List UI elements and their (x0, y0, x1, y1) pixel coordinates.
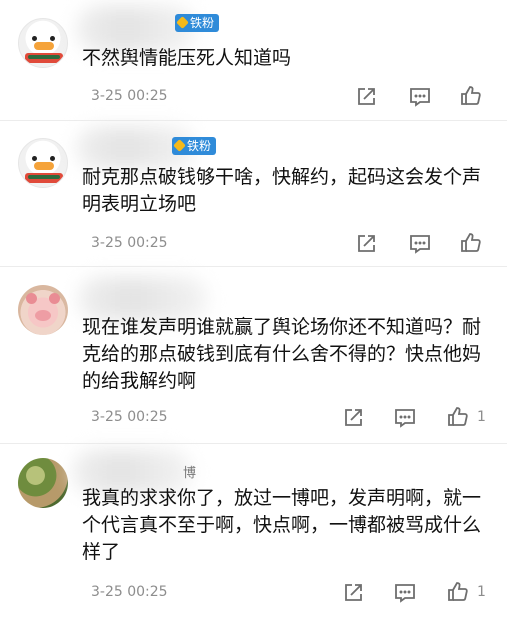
avatar[interactable] (18, 138, 68, 188)
comment-icon[interactable] (408, 85, 432, 109)
comment-icon[interactable] (393, 581, 417, 605)
comment-item: 铁粉 耐克那点破钱够干啥，快解约，起码这会发个声明表明立场吧 3-25 00:2… (0, 121, 507, 266)
avatar[interactable] (18, 458, 68, 508)
share-icon[interactable] (341, 406, 365, 430)
comment-time: 3-25 00:25 (91, 235, 168, 251)
username-tail: 博 (183, 466, 197, 481)
thumb-up-icon[interactable] (446, 580, 470, 604)
comment-time: 3-25 00:25 (91, 584, 168, 600)
thumb-up-icon[interactable] (459, 231, 483, 255)
comment-item: 现在谁发声明谁就赢了舆论场你还不知道吗？耐克给的那点破钱到底有什么舍不得的？快点… (0, 267, 507, 443)
comment-feed: 铁粉 不然舆情能压死人知道吗 3-25 00:25 铁粉 耐克那点破钱够干啥，快… (0, 0, 507, 622)
thumb-up-icon[interactable] (446, 405, 470, 429)
comment-icon[interactable] (393, 406, 417, 430)
share-icon[interactable] (354, 85, 378, 109)
like-count: 1 (477, 409, 486, 425)
comment-time: 3-25 00:25 (91, 409, 168, 425)
avatar[interactable] (18, 285, 68, 335)
avatar[interactable] (18, 18, 68, 68)
comment-text: 我真的求求你了，放过一博吧，发声明啊，就一个代言真不至于啊，快点啊，一博都被骂成… (82, 487, 482, 563)
like-count: 1 (477, 584, 486, 600)
thumb-up-icon[interactable] (459, 84, 483, 108)
comment-text: 现在谁发声明谁就赢了舆论场你还不知道吗？耐克给的那点破钱到底有什么舍不得的？快点… (82, 316, 482, 392)
fan-badge: 铁粉 (172, 137, 217, 155)
comment-time: 3-25 00:25 (91, 88, 168, 104)
share-icon[interactable] (341, 581, 365, 605)
comment-item: 铁粉 不然舆情能压死人知道吗 3-25 00:25 (0, 0, 507, 120)
comment-text: 耐克那点破钱够干啥，快解约，起码这会发个声明表明立场吧 (82, 166, 482, 215)
fan-badge: 铁粉 (175, 14, 220, 32)
share-icon[interactable] (354, 232, 378, 256)
comment-item: 博 我真的求求你了，放过一博吧，发声明啊，就一个代言真不至于啊，快点啊，一博都被… (0, 444, 507, 622)
comment-text: 不然舆情能压死人知道吗 (82, 47, 292, 69)
comment-icon[interactable] (408, 232, 432, 256)
